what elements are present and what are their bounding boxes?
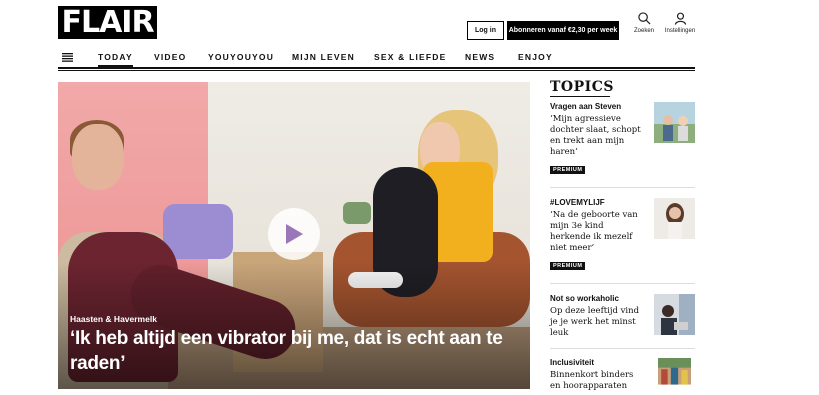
nav-divider-thin	[58, 70, 695, 71]
topic-divider	[550, 348, 695, 349]
topics-underline	[550, 96, 610, 97]
topic-divider	[550, 187, 695, 188]
hamburger-icon[interactable]	[62, 53, 73, 62]
nav-item-today[interactable]: TODAY	[98, 52, 133, 67]
settings-label: Instellingen	[664, 28, 696, 34]
nav-item-youyouyou[interactable]: YOUYOUYOU	[208, 52, 274, 62]
topic-title[interactable]: ‘Mijn agressieve dochter slaat, schopt e…	[550, 114, 645, 158]
premium-badge: PREMIUM	[550, 166, 586, 174]
main-nav: TODAY VIDEO YOUYOUYOU MIJN LEVEN SEX & L…	[58, 44, 695, 68]
nav-item-enjoy[interactable]: ENJOY	[518, 52, 553, 62]
topic-thumbnail[interactable]	[654, 358, 695, 391]
login-button[interactable]: Log in	[467, 21, 504, 40]
nav-divider	[58, 67, 695, 69]
topic-title[interactable]: ‘Na de geboorte van mijn 3e kind herkend…	[550, 210, 645, 254]
user-icon	[674, 12, 686, 25]
hero-pillow	[163, 204, 233, 259]
topic-thumbnail[interactable]	[654, 102, 695, 143]
nav-item-mijn-leven[interactable]: MIJN LEVEN	[292, 52, 355, 62]
nav-item-sex-liefde[interactable]: SEX & LIEFDE	[374, 52, 447, 62]
search-button[interactable]: Zoeken	[627, 12, 661, 40]
hero-vase	[343, 202, 371, 224]
nav-item-video[interactable]: VIDEO	[154, 52, 186, 62]
topic-item[interactable]: Vragen aan Steven ‘Mijn agressieve docht…	[550, 102, 695, 176]
topic-item[interactable]: #LOVEMYLIJF ‘Na de geboorte van mijn 3e …	[550, 198, 695, 272]
subscribe-button[interactable]: Abonneren vanaf €2,30 per week	[507, 21, 619, 40]
topic-thumbnail[interactable]	[654, 198, 695, 239]
topic-title[interactable]: Op deze leeftijd vind je je werk het min…	[550, 306, 645, 339]
hero-kicker: Haasten & Havermelk	[70, 314, 157, 324]
premium-badge: PREMIUM	[550, 262, 586, 270]
flair-logo[interactable]: FLAIR	[58, 5, 157, 40]
hero-person-left-head	[72, 124, 124, 190]
topic-title[interactable]: Binnenkort binders en hoorapparaten	[550, 370, 645, 392]
topics-title: Topics	[550, 79, 614, 95]
topic-item[interactable]: Not so workaholic Op deze leeftijd vind …	[550, 294, 695, 339]
search-icon	[637, 12, 650, 25]
topic-thumbnail[interactable]	[654, 294, 695, 335]
topic-divider	[550, 283, 695, 284]
play-icon	[286, 224, 303, 244]
topic-item[interactable]: Inclusiviteit Binnenkort binders en hoor…	[550, 358, 695, 392]
hero-headline[interactable]: ‘Ik heb altijd een vibrator bij me, dat …	[70, 326, 510, 376]
nav-item-news[interactable]: NEWS	[465, 52, 495, 62]
settings-button[interactable]: Instellingen	[663, 12, 697, 40]
hero-video-card[interactable]: Haasten & Havermelk ‘Ik heb altijd een v…	[58, 82, 530, 389]
search-label: Zoeken	[633, 28, 654, 34]
play-button[interactable]	[268, 208, 320, 260]
